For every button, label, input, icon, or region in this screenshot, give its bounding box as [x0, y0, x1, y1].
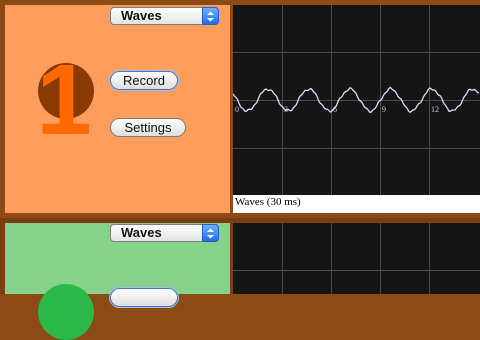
- channel-number: 1: [36, 44, 92, 156]
- x-tick-label: 9: [382, 105, 386, 114]
- updown-chevron-icon: [202, 224, 219, 242]
- updown-chevron-icon: [202, 7, 219, 25]
- waveform-trace: [232, 86, 480, 114]
- waveform-select[interactable]: Waves: [110, 7, 219, 25]
- scope-graph: [233, 223, 480, 294]
- record-button[interactable]: [110, 288, 178, 307]
- scope-grid: [233, 223, 480, 294]
- waveform-select-value: Waves: [121, 225, 162, 240]
- scope-caption: Waves (30 ms): [233, 195, 480, 213]
- record-button[interactable]: Record: [110, 71, 178, 90]
- oscilloscope-display: [233, 223, 480, 294]
- channel-2-panel: Waves: [0, 218, 480, 340]
- x-tick-label: 12: [431, 105, 439, 114]
- scope-graph: 0 3 6 9 12: [232, 5, 480, 195]
- settings-button[interactable]: Settings: [110, 118, 186, 137]
- oscilloscope-display: 0 3 6 9 12: [232, 5, 480, 195]
- channel-badge: [38, 284, 94, 340]
- x-tick-label: 0: [235, 105, 239, 114]
- waveform-select[interactable]: Waves: [110, 224, 219, 242]
- waveform-select-value: Waves: [121, 8, 162, 23]
- channel-1-panel: 1 Waves Record Settings 0 3 6 9 12 Waves…: [0, 0, 480, 218]
